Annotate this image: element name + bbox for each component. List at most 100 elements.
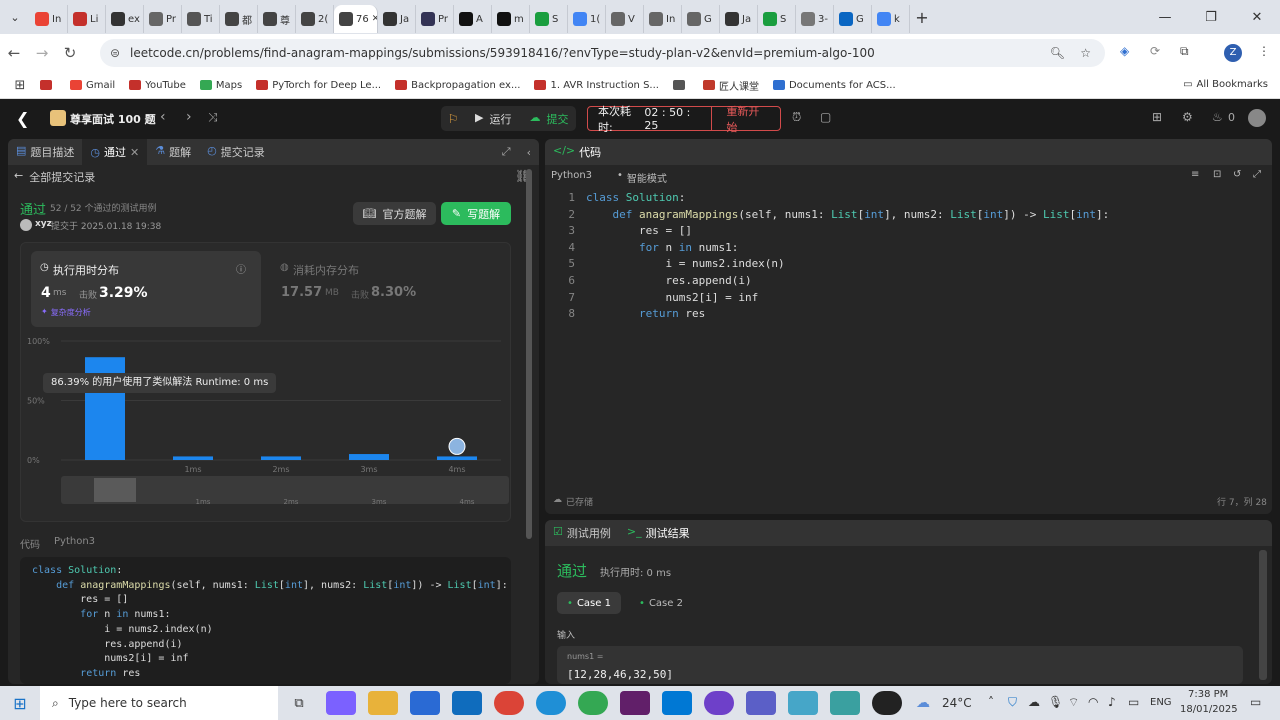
bookmark-item[interactable]: 匠人课堂 — [702, 78, 759, 93]
back-to-submissions[interactable]: ← 全部提交记录 — [14, 169, 95, 185]
official-solution-button[interactable]: 📖︎ 官方题解 — [353, 202, 436, 225]
browser-tab[interactable]: 1( — [568, 5, 606, 33]
bookmark-icon[interactable]: ⊡ — [1213, 169, 1221, 180]
browser-tab[interactable]: 2( — [296, 5, 334, 33]
app-icon[interactable] — [788, 691, 818, 715]
security-icon[interactable]: ⛉ — [1008, 695, 1017, 710]
browser-tab[interactable]: Ja — [378, 5, 416, 33]
browser-tab[interactable]: Ja — [720, 5, 758, 33]
task-view-icon[interactable]: ⧉ — [284, 691, 314, 715]
browser-tab[interactable]: Ti — [182, 5, 220, 33]
store-icon[interactable] — [410, 691, 440, 715]
format-icon[interactable]: ≡ — [1191, 169, 1199, 180]
network-icon[interactable]: ⌔ — [1068, 695, 1079, 710]
next-problem-icon[interactable]: › — [186, 109, 192, 125]
bookmark-item[interactable]: Backpropagation ex... — [395, 80, 520, 91]
tab-search-icon[interactable]: ⌄ — [0, 11, 30, 24]
bookmark-star-icon[interactable]: ☆ — [1080, 46, 1091, 60]
url-field[interactable]: ⊜ leetcode.cn/problems/find-anagram-mapp… — [100, 39, 1105, 67]
teams-icon[interactable] — [746, 691, 776, 715]
console-scrollbar[interactable] — [1259, 550, 1267, 680]
browser-tab[interactable]: 都 — [220, 5, 258, 33]
wifi-icon[interactable]: ◠ — [1088, 695, 1098, 709]
browser-tab[interactable]: In — [30, 5, 68, 33]
restart-button[interactable]: 重新开始 — [712, 103, 780, 135]
smart-mode-toggle[interactable]: • 智能模式 — [617, 170, 667, 185]
zoom-icon[interactable]: 🔍︎ — [1050, 46, 1065, 60]
bookmark-item[interactable]: PyTorch for Deep Le... — [256, 80, 381, 91]
clock-time[interactable]: 7:38 PM — [1188, 689, 1228, 700]
layout-icon[interactable]: ⊞ — [1152, 110, 1162, 124]
github-desktop-icon[interactable] — [704, 691, 734, 715]
cloud-tray-icon[interactable]: ☁ — [1028, 695, 1040, 709]
browser-tab[interactable]: V — [606, 5, 644, 33]
shuffle-icon[interactable]: ⤨ — [208, 110, 218, 125]
bookmark-item[interactable]: Documents for ACS... — [772, 80, 896, 91]
runtime-distribution-chart[interactable]: 100% 50% 0% 1ms 2ms 3ms 4ms 1ms 2ms 3ms 4ms — [21, 335, 512, 517]
tab-submissions[interactable]: ◴ 提交记录 — [199, 144, 273, 160]
left-scrollbar[interactable] — [526, 169, 532, 539]
browser-tab[interactable]: G — [682, 5, 720, 33]
slack-icon[interactable] — [620, 691, 650, 715]
extension-icon[interactable]: ◈ — [1120, 44, 1129, 58]
notepad-icon[interactable] — [830, 691, 860, 715]
language-select[interactable]: Python3 — [551, 170, 592, 181]
case-2-tab[interactable]: • Case 2 — [629, 592, 693, 614]
prev-problem-icon[interactable]: ‹ — [160, 109, 166, 125]
site-info-icon[interactable]: ⊜ — [110, 46, 120, 60]
edge-icon[interactable] — [536, 691, 566, 715]
notification-icon[interactable]: ▭ — [1250, 695, 1261, 709]
browser-tab[interactable]: Li — [68, 5, 106, 33]
streak-fire-icon[interactable]: ♨ — [1212, 110, 1223, 124]
new-tab-icon[interactable]: + — [910, 8, 934, 27]
file-explorer-icon[interactable] — [368, 691, 398, 715]
bookmark-item[interactable]: Gmail — [70, 80, 115, 91]
user-avatar[interactable] — [1248, 109, 1266, 127]
browser-tab[interactable]: 76✕ — [334, 5, 378, 33]
note-icon[interactable]: ▢ — [820, 110, 831, 124]
browser-menu-icon[interactable]: ⋮ — [1258, 44, 1270, 58]
browser-tab[interactable]: m — [492, 5, 530, 33]
browser-tab[interactable]: Pr — [416, 5, 454, 33]
back-arrow-icon[interactable]: ← — [0, 44, 28, 62]
expand-icon[interactable]: ⤢ — [494, 145, 519, 159]
browser-tab[interactable]: In — [644, 5, 682, 33]
apps-grid-icon[interactable]: ⊞ — [0, 78, 40, 93]
weather-temp[interactable]: 24°C — [942, 696, 972, 710]
copilot-icon[interactable] — [326, 691, 356, 715]
code-tab[interactable]: </> 代码 — [545, 144, 609, 160]
tab-solutions[interactable]: ⚗ 题解 — [147, 144, 199, 160]
study-plan-title[interactable]: 尊享面试 100 题 — [70, 111, 156, 127]
browser-tab[interactable]: 3- — [796, 5, 834, 33]
obs-icon[interactable] — [872, 691, 902, 715]
tab-testcases[interactable]: ☑ 测试用例 — [545, 525, 619, 541]
tray-chevron-icon[interactable]: ˄ — [988, 695, 994, 709]
browser-tab[interactable]: S — [530, 5, 568, 33]
run-button[interactable]: ▶ 运行 — [465, 111, 521, 127]
taskbar-search[interactable]: ⌕ Type here to search — [40, 686, 278, 720]
bookmark-item[interactable]: Maps — [199, 80, 242, 91]
browser-tab[interactable]: k — [872, 5, 910, 33]
reload-icon[interactable]: ↻ — [56, 44, 84, 62]
maximize-icon[interactable]: ❐ — [1188, 10, 1234, 25]
translate-icon[interactable]: ⟳ — [1150, 44, 1160, 58]
forward-arrow-icon[interactable]: → — [28, 44, 56, 62]
clock-date[interactable]: 18/01/2025 — [1180, 704, 1238, 715]
memory-card[interactable]: ◍ 消耗内存分布 17.57 MB 击败 8.30% — [271, 251, 501, 327]
fullscreen-icon[interactable]: ⤢ — [1253, 169, 1261, 180]
chrome-profile-icon[interactable] — [578, 691, 608, 715]
tab-test-result[interactable]: >_ 测试结果 — [619, 525, 698, 541]
code-editor[interactable]: 1 class Solution: 2 def anagramMappings(se… — [545, 191, 1265, 481]
case-1-tab[interactable]: • Case 1 — [557, 592, 621, 614]
bookmark-item[interactable]: YouTube — [129, 80, 186, 91]
profile-avatar[interactable]: Z — [1224, 44, 1242, 62]
submitter-name[interactable]: xyz — [35, 219, 52, 229]
weather-icon[interactable]: ☁ — [916, 695, 930, 711]
browser-tab[interactable]: G — [834, 5, 872, 33]
input-language[interactable]: ENG — [1150, 697, 1172, 708]
tab-accepted[interactable]: ◷ 通过 ✕ — [82, 139, 148, 165]
bookmark-item[interactable] — [672, 80, 689, 90]
tab-description[interactable]: ▤ 题目描述 — [8, 144, 82, 160]
puzzle-icon[interactable]: ⧉ — [1180, 44, 1189, 59]
close-window-icon[interactable]: ✕ — [1234, 10, 1280, 25]
